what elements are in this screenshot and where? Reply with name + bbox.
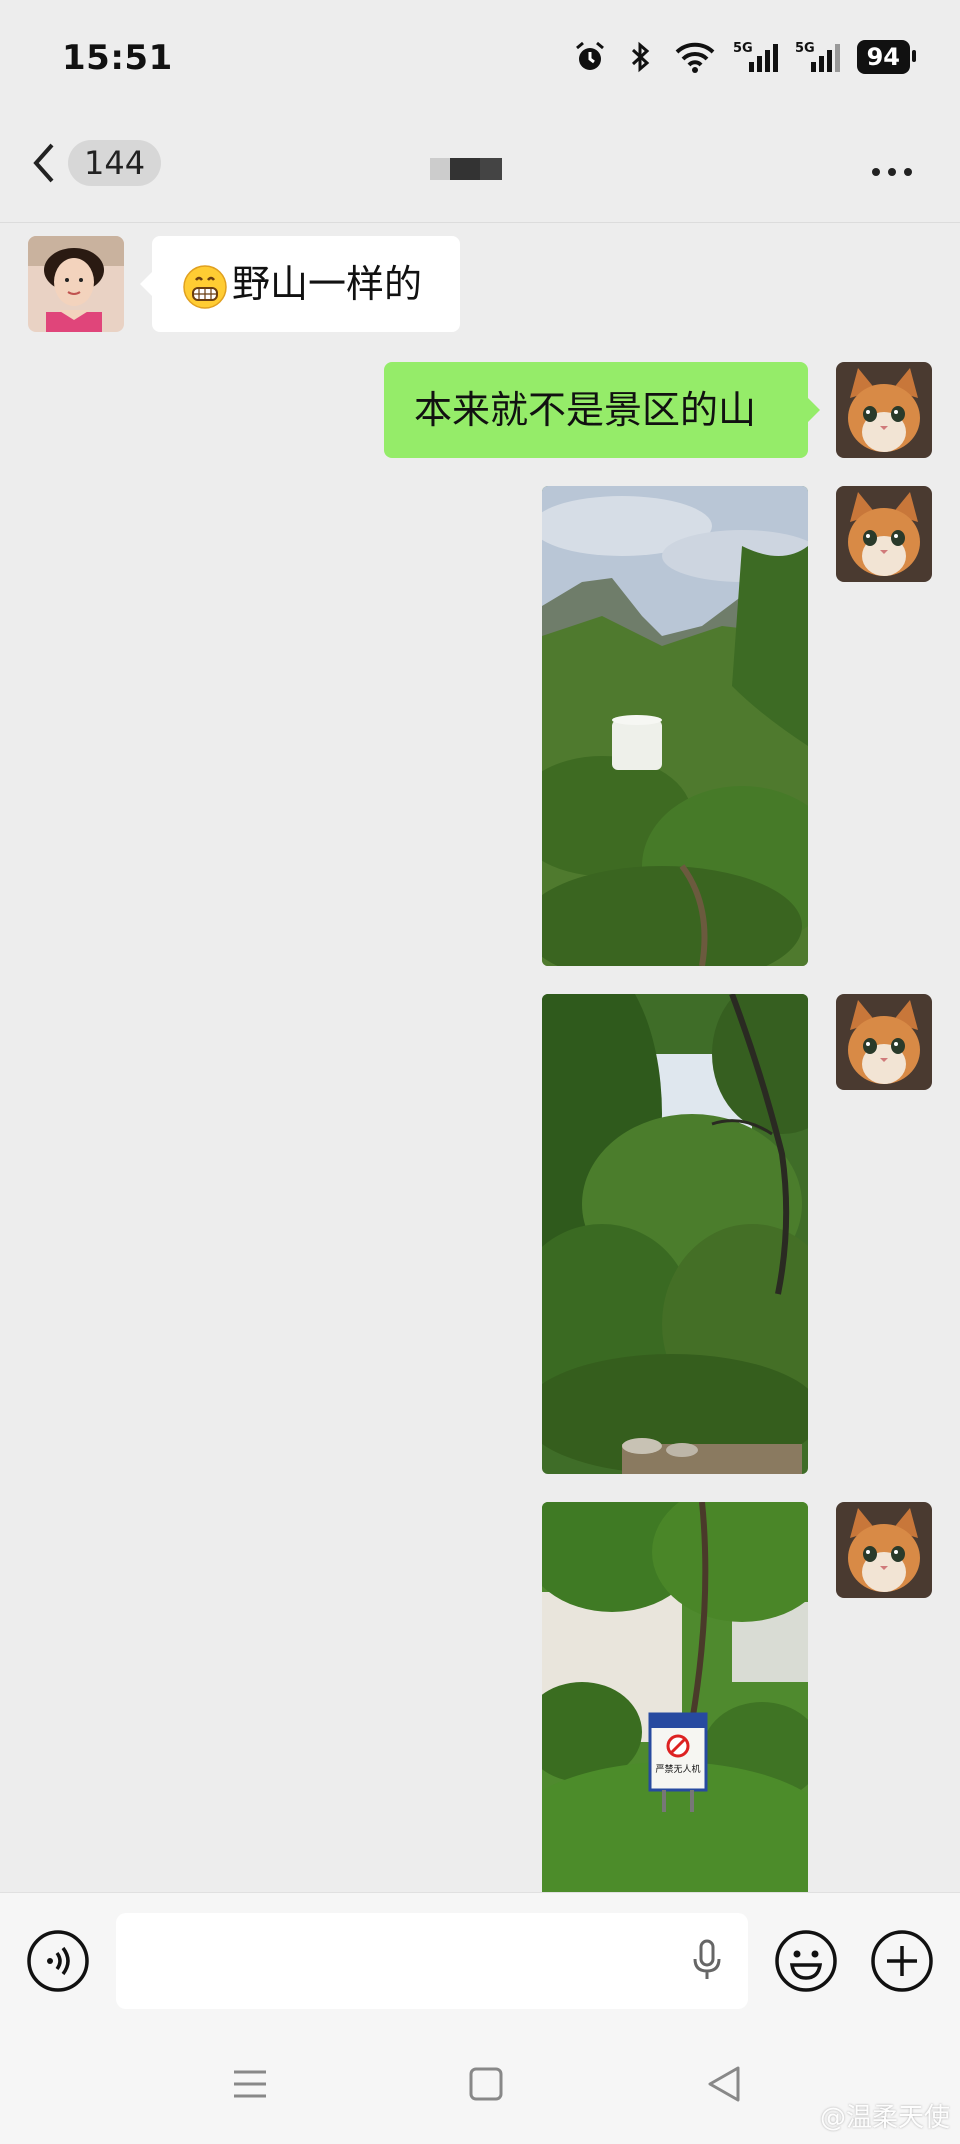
grinning-face-icon (183, 264, 227, 309)
status-time: 15:51 (62, 38, 173, 78)
sent-message-bubble[interactable]: 本来就不是景区的山 (384, 362, 820, 458)
photo-message[interactable] (542, 994, 808, 1474)
chat-title-obscured (430, 158, 506, 182)
system-navigation-bar: @温柔天使 (0, 2016, 960, 2144)
back-nav-icon[interactable] (704, 2064, 744, 2104)
photo-message[interactable]: 严禁无人机 (542, 1502, 808, 1892)
signal-5g-icon: 5G (733, 41, 778, 72)
wifi-icon (675, 42, 714, 73)
back-button[interactable]: 144 (30, 140, 162, 186)
home-icon[interactable] (466, 2064, 506, 2104)
tree-sign-photo: 严禁无人机 (542, 1502, 808, 1892)
watermark: @温柔天使 (819, 2103, 950, 2133)
received-message-bubble[interactable]: 野山一样的 (140, 236, 460, 332)
alarm-icon (575, 41, 604, 70)
my-avatar[interactable] (836, 362, 932, 458)
svg-text:5G: 5G (733, 41, 753, 56)
add-attachment-button[interactable] (870, 1929, 934, 1993)
menu-icon[interactable] (230, 2064, 270, 2104)
voice-mode-button[interactable] (26, 1929, 90, 1993)
my-avatar[interactable] (836, 486, 932, 582)
cat-avatar-image (836, 362, 932, 458)
bluetooth-icon (631, 41, 649, 73)
sign-text: 严禁无人机 (655, 1763, 700, 1775)
photo-message[interactable] (542, 486, 808, 966)
contact-avatar[interactable] (28, 236, 124, 332)
svg-text:5G: 5G (795, 41, 815, 56)
chat-header: 144 (0, 120, 960, 223)
forest-photo (542, 994, 808, 1474)
cat-avatar-image (836, 486, 932, 582)
chevron-left-icon (33, 143, 54, 183)
more-options-button[interactable] (872, 160, 922, 184)
emoji-button[interactable] (774, 1929, 838, 1993)
dot (888, 168, 896, 176)
message-text: 野山一样的 (232, 262, 423, 306)
status-bar: 15:51 5G 5G 94 (0, 0, 960, 120)
mountain-photo (542, 486, 808, 966)
battery-indicator: 94 (856, 40, 917, 74)
dot (904, 168, 912, 176)
dot (872, 168, 880, 176)
message-input[interactable] (116, 1913, 748, 2009)
my-avatar[interactable] (836, 994, 932, 1090)
status-icons: 5G 5G 94 (573, 40, 917, 74)
unread-count-badge: 144 (68, 140, 162, 186)
cat-avatar-image (836, 1502, 932, 1598)
my-avatar[interactable] (836, 1502, 932, 1598)
signal-5g-icon: 5G (795, 41, 840, 72)
microphone-icon[interactable] (692, 1939, 722, 1983)
cat-avatar-image (836, 994, 932, 1090)
message-input-bar (0, 1892, 960, 2017)
message-text: 本来就不是景区的山 (414, 388, 757, 432)
